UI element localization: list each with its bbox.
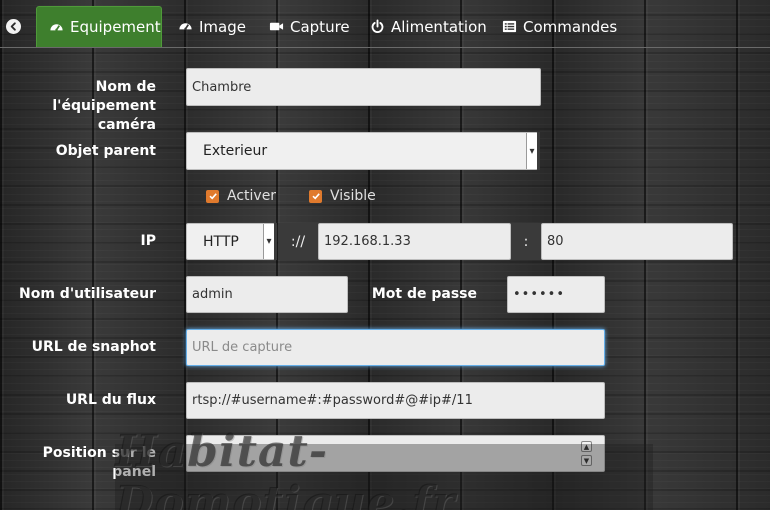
tachometer-icon	[49, 20, 64, 35]
scheme-separator: ://	[278, 223, 318, 260]
name-label-line1: Nom de l'équipement	[52, 79, 156, 114]
ip-address-input[interactable]: 192.168.1.33	[318, 223, 511, 260]
spin-down-icon[interactable]: ▼	[581, 455, 592, 466]
tab-capture[interactable]: Capture	[257, 6, 362, 47]
port-separator: :	[511, 223, 541, 260]
parent-object-select[interactable]: Exterieur	[186, 132, 540, 170]
username-input[interactable]: admin	[186, 276, 348, 313]
activate-checkbox[interactable]: Activer	[206, 188, 276, 204]
tachometer-icon	[178, 19, 193, 34]
chevron-down-icon	[263, 224, 274, 259]
name-label-line2: caméra	[97, 117, 156, 133]
tab-alimentation[interactable]: Alimentation	[358, 6, 499, 47]
snapshot-url-label: URL de snaphot	[31, 339, 156, 355]
snapshot-url-input[interactable]: URL de capture	[186, 329, 605, 366]
checkmark-icon	[206, 189, 219, 203]
password-input[interactable]: ••••••	[507, 276, 605, 313]
username-label: Nom d'utilisateur	[19, 286, 156, 302]
activate-label: Activer	[227, 188, 277, 204]
video-camera-icon	[269, 19, 284, 34]
panel-position-input[interactable]: ▲ ▼	[186, 435, 605, 472]
ip-label: IP	[140, 233, 156, 249]
visible-checkbox[interactable]: Visible	[309, 188, 376, 204]
name-label: Nom de l'équipement caméra	[0, 78, 156, 135]
tab-equipement[interactable]: Equipement	[36, 6, 162, 47]
tab-bar: Equipement Image Capture Alimentation Co…	[0, 0, 770, 48]
tab-image[interactable]: Image	[166, 6, 258, 47]
parent-object-value: Exterieur	[203, 143, 268, 159]
select-edge	[537, 132, 540, 170]
visible-label: Visible	[330, 188, 376, 204]
list-icon	[502, 19, 517, 34]
power-icon	[370, 19, 385, 34]
stream-url-label: URL du flux	[65, 392, 156, 408]
tab-label: Image	[199, 17, 246, 36]
tab-label: Commandes	[523, 17, 618, 36]
tab-commandes[interactable]: Commandes	[490, 6, 629, 47]
password-label: Mot de passe	[371, 286, 477, 302]
checkmark-icon	[309, 189, 322, 203]
chevron-down-icon	[526, 133, 537, 169]
tab-label: Alimentation	[391, 17, 487, 36]
protocol-select[interactable]: HTTP	[186, 223, 277, 260]
parent-object-label: Objet parent	[55, 143, 156, 159]
back-arrow-icon[interactable]	[6, 19, 21, 34]
spin-up-icon[interactable]: ▲	[581, 441, 592, 452]
select-edge	[274, 223, 277, 260]
port-input[interactable]: 80	[541, 223, 733, 260]
stream-url-input[interactable]: rtsp://#username#:#password#@#ip#/11	[186, 382, 605, 419]
protocol-value: HTTP	[203, 233, 239, 250]
equipment-name-input[interactable]: Chambre	[186, 68, 541, 106]
panel-position-label: Position sur le panel	[42, 445, 156, 480]
tab-label: Capture	[290, 17, 350, 36]
tab-label: Equipement	[70, 18, 161, 36]
